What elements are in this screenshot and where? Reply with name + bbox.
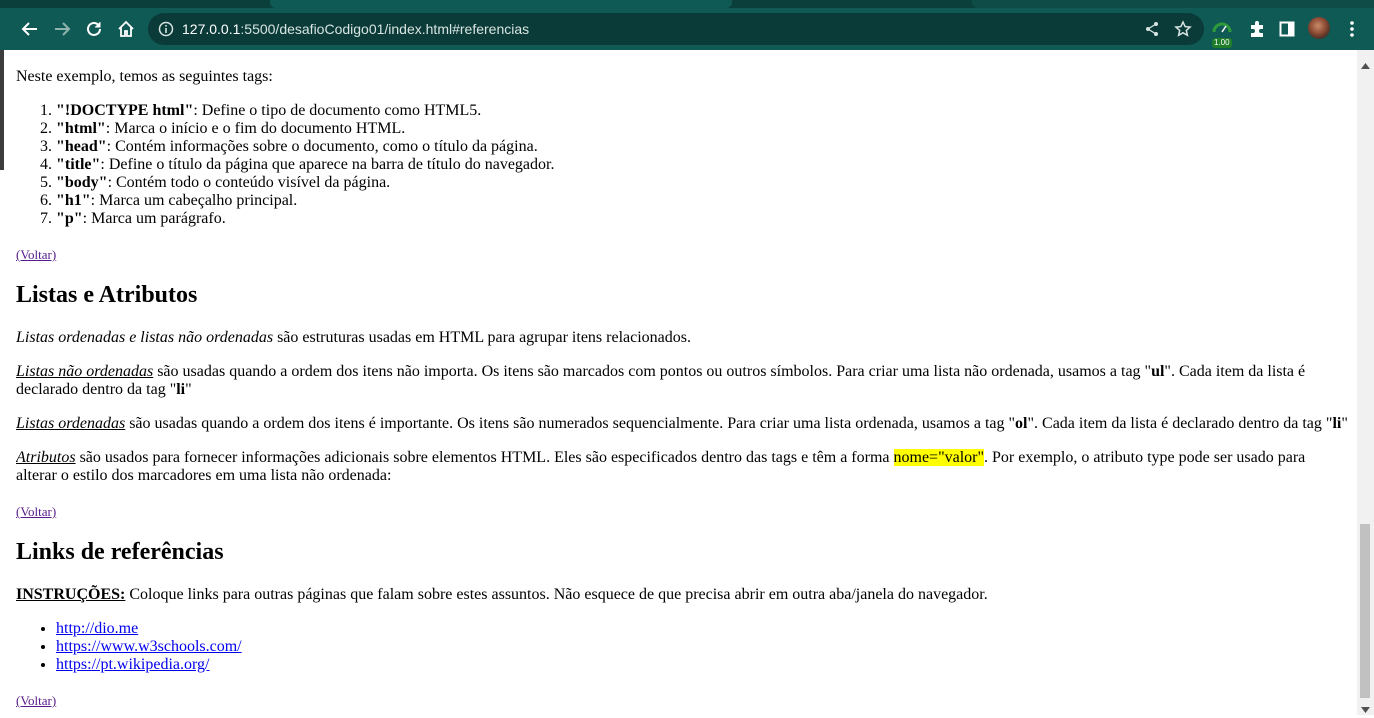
list-item: "h1": Marca um cabeçalho principal.	[56, 192, 554, 210]
browser-toolbar: 127.0.0.1:5500/desafioCodigo01/index.htm…	[0, 8, 1374, 50]
reference-link[interactable]: https://www.w3schools.com/	[56, 638, 242, 655]
side-panel-icon[interactable]	[1274, 16, 1300, 42]
listas-intro-paragraph: Listas ordenadas e listas não ordenadas …	[16, 329, 691, 346]
bookmark-star-icon[interactable]	[1174, 20, 1192, 43]
window-edge	[0, 50, 4, 170]
list-item: https://www.w3schools.com/	[56, 638, 242, 656]
extension-badge: 1.00	[1212, 38, 1232, 48]
active-tab[interactable]	[270, 0, 732, 8]
reference-links-list: http://dio.me https://www.w3schools.com/…	[16, 620, 242, 674]
reference-link[interactable]: http://dio.me	[56, 620, 138, 637]
page-content: Neste exemplo, temos as seguintes tags: …	[16, 50, 1356, 715]
forward-arrow-icon[interactable]	[49, 16, 75, 42]
tab-strip	[0, 0, 1374, 8]
highlighted-code: nome="valor"	[893, 449, 985, 466]
unordered-list-paragraph: Listas não ordenadas são usadas quando a…	[16, 363, 1306, 398]
list-item: "body": Contém todo o conteúdo visível d…	[56, 174, 554, 192]
tab[interactable]	[972, 0, 1374, 8]
list-item: "html": Marca o início e o fim do docume…	[56, 120, 554, 138]
section-heading-listas: Listas e Atributos	[16, 282, 198, 308]
profile-avatar[interactable]	[1308, 17, 1330, 39]
intro-paragraph: Neste exemplo, temos as seguintes tags:	[16, 68, 273, 85]
tags-ordered-list: "!DOCTYPE html": Define o tipo de docume…	[16, 102, 554, 228]
voltar-link[interactable]: (Voltar)	[16, 246, 56, 264]
scrollbar-thumb[interactable]	[1360, 524, 1370, 698]
list-item: http://dio.me	[56, 620, 242, 638]
scroll-up-arrow-icon[interactable]	[1361, 56, 1370, 74]
reload-icon[interactable]	[81, 16, 107, 42]
section-heading-links: Links de referências	[16, 539, 224, 565]
share-icon[interactable]	[1144, 21, 1160, 42]
vertical-scrollbar[interactable]	[1357, 50, 1374, 715]
reference-link[interactable]: https://pt.wikipedia.org/	[56, 656, 209, 673]
browser-menu-icon[interactable]	[1339, 16, 1365, 42]
scroll-down-arrow-icon[interactable]	[1361, 700, 1370, 718]
ordered-list-paragraph: Listas ordenadas são usadas quando a ord…	[16, 415, 1348, 432]
url-text: 127.0.0.1:5500/desafioCodigo01/index.htm…	[182, 21, 530, 37]
list-item: "head": Contém informações sobre o docum…	[56, 138, 554, 156]
list-item: https://pt.wikipedia.org/	[56, 656, 242, 674]
site-info-icon[interactable]	[158, 21, 174, 42]
voltar-link[interactable]: (Voltar)	[16, 692, 56, 710]
instructions-paragraph: INSTRUÇÕES: Coloque links para outras pá…	[16, 586, 988, 603]
voltar-link[interactable]: (Voltar)	[16, 503, 56, 521]
attributes-paragraph: Atributos são usados para fornecer infor…	[16, 449, 1306, 484]
back-arrow-icon[interactable]	[17, 16, 43, 42]
list-item: "!DOCTYPE html": Define o tipo de docume…	[56, 102, 554, 120]
list-item: "p": Marca um parágrafo.	[56, 210, 554, 228]
home-icon[interactable]	[113, 16, 139, 42]
list-item: "title": Define o título da página que a…	[56, 156, 554, 174]
extensions-puzzle-icon[interactable]	[1244, 16, 1270, 42]
address-bar[interactable]: 127.0.0.1:5500/desafioCodigo01/index.htm…	[148, 13, 1204, 45]
extension-icon[interactable]: 1.00	[1212, 20, 1234, 48]
